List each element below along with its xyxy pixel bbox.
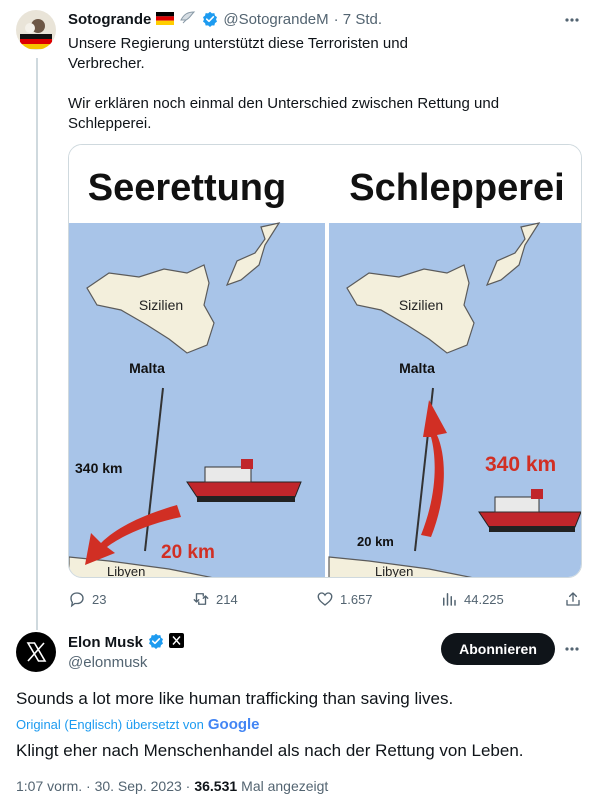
sotogrande-avatar[interactable] [16, 10, 56, 50]
like-count: 1.657 [340, 591, 373, 607]
elonmusk-handle[interactable]: @elonmusk [68, 654, 147, 671]
google-logo: Google [207, 716, 260, 733]
right-panel-title: Schlepperei [349, 167, 564, 209]
left-malta-label: Malta [129, 360, 165, 376]
left-libya-label: Libyen [107, 564, 145, 578]
more-options-icon[interactable] [564, 641, 580, 657]
x-logo-icon [26, 642, 47, 662]
sotogrande-handle[interactable]: @SotograndeM [223, 11, 328, 28]
elonmusk-display-name[interactable]: Elon Musk [68, 634, 143, 651]
reply-count: 23 [92, 591, 107, 607]
share-button[interactable] [564, 590, 582, 613]
view-count-value: 36.531 [194, 778, 238, 794]
like-button[interactable]: 1.657 [316, 590, 373, 608]
tweet-image-comparison-map[interactable]: Seerettung Schlepperei Sizilien Sizilien… [68, 144, 582, 578]
follow-button[interactable]: Abonnieren [441, 633, 555, 665]
heart-icon [317, 592, 333, 606]
sotogrande-display-name[interactable]: Sotogrande [68, 11, 151, 28]
right-sicily-label: Sizilien [399, 297, 443, 313]
share-icon [566, 592, 580, 606]
x-affiliate-badge-icon [169, 633, 185, 651]
analytics-icon [443, 593, 456, 606]
left-far-distance-label: 340 km [75, 460, 122, 476]
retweet-icon [193, 593, 209, 605]
view-count-label: Mal angezeigt [241, 778, 329, 794]
german-flag-icon [156, 11, 175, 29]
right-far-distance-label: 340 km [485, 453, 556, 476]
tweet-text-line: Schlepperei. [68, 115, 152, 132]
views-count: 44.225 [464, 591, 504, 607]
right-near-distance-label: 20 km [357, 534, 394, 549]
thread-connector-line [36, 58, 38, 630]
verified-badge-icon [148, 633, 164, 651]
translated-tweet-text: Klingt eher nach Menschenhandel als nach… [16, 741, 524, 760]
views-button[interactable]: 44.225 [440, 590, 504, 608]
retweet-count: 214 [216, 591, 238, 607]
left-panel-title: Seerettung [88, 167, 286, 209]
right-libya-label: Libyen [375, 564, 413, 578]
main-tweet-text: Sounds a lot more like human trafficking… [16, 689, 454, 708]
quoted-tweet-text: Unsere Regierung unterstützt diese Terro… [68, 34, 568, 134]
tweet-text-line: Verbrecher. [68, 55, 145, 72]
retweet-button[interactable]: 214 [192, 590, 238, 608]
verified-badge-icon [202, 11, 218, 29]
sotogrande-time[interactable]: · 7 Std. [334, 11, 382, 28]
left-near-distance-label: 20 km [161, 542, 215, 563]
reply-button[interactable]: 23 [68, 590, 106, 608]
left-sicily-label: Sizilien [139, 297, 183, 313]
elonmusk-avatar[interactable] [16, 632, 56, 672]
right-malta-label: Malta [399, 360, 435, 376]
dove-icon [179, 10, 197, 29]
more-options-icon[interactable] [564, 12, 580, 28]
tweet-text-line: Wir erklären noch einmal den Unterschied… [68, 95, 500, 112]
tweet-timestamp[interactable]: 1:07 vorm. · 30. Sep. 2023 · [16, 778, 190, 794]
tweet-text-line: Unsere Regierung unterstützt diese Terro… [68, 35, 408, 52]
reply-icon [70, 592, 84, 608]
translation-attribution-link[interactable]: Original (Englisch) übersetzt von [16, 717, 204, 732]
